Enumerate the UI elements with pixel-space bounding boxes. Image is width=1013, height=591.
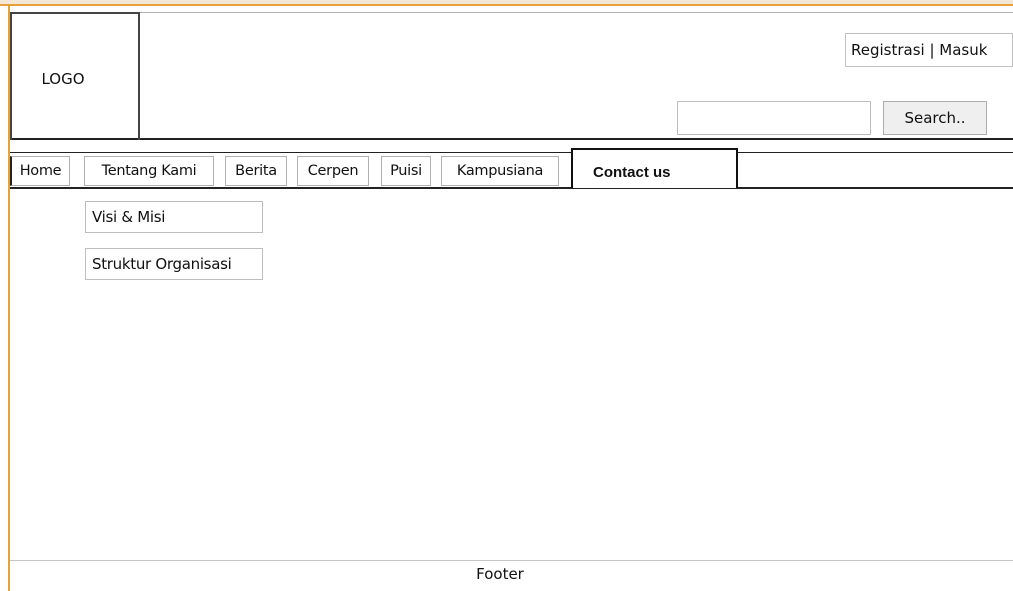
submenu-item-visi-misi[interactable]: Visi & Misi [85,201,263,233]
nav-item-kampusiana[interactable]: Kampusiana [441,156,559,186]
search-input[interactable] [677,101,871,135]
nav-item-tentang-kami[interactable]: Tentang Kami [84,156,214,186]
auth-links[interactable]: Registrasi | Masuk [845,33,1013,67]
canvas-top-frame [0,0,1013,6]
submenu-item-struktur-organisasi[interactable]: Struktur Organisasi [85,248,263,280]
nav-item-cerpen[interactable]: Cerpen [297,156,369,186]
logo-placeholder[interactable]: LOGO [10,12,140,140]
nav-item-home[interactable]: Home [10,156,70,186]
nav-item-puisi[interactable]: Puisi [381,156,431,186]
nav-item-berita[interactable]: Berita [225,156,287,186]
footer-divider [10,560,1013,561]
footer: Footer [476,565,524,583]
nav-item-contact-us[interactable]: Contact us [571,148,738,188]
search-button[interactable]: Search.. [883,101,987,135]
logo-label: LOGO [41,70,85,88]
